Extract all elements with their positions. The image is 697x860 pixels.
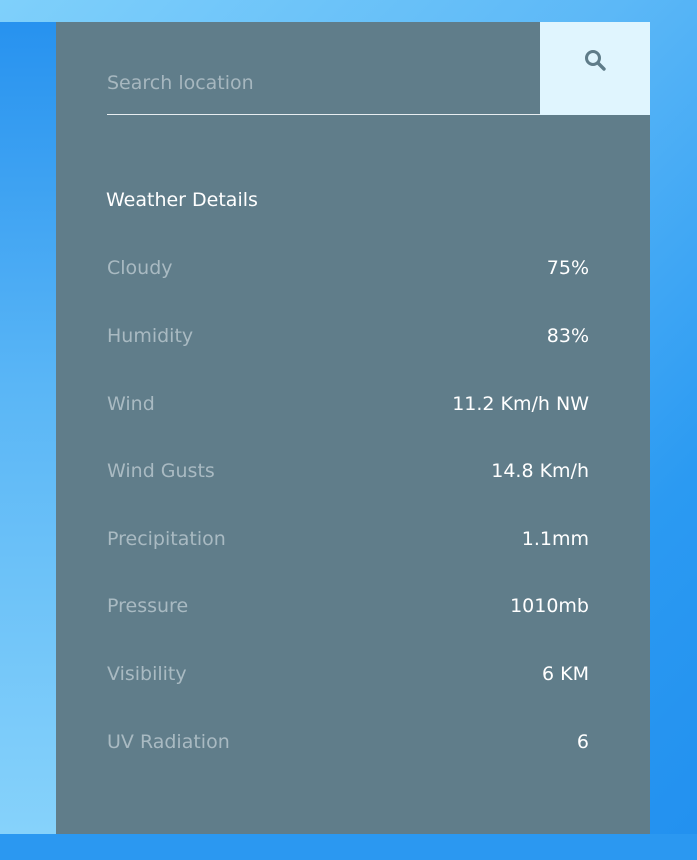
detail-value: 75%	[546, 257, 589, 279]
detail-label: Pressure	[107, 595, 189, 617]
background-bottom-strip	[0, 834, 697, 860]
weather-details-title: Weather Details	[106, 189, 258, 211]
detail-row-wind-gusts: Wind Gusts 14.8 Km/h	[107, 456, 589, 486]
detail-label: Wind Gusts	[107, 460, 215, 482]
detail-value: 1.1mm	[521, 528, 589, 550]
detail-label: Wind	[107, 393, 155, 415]
detail-value: 1010mb	[510, 595, 589, 617]
detail-label: Visibility	[107, 663, 187, 685]
detail-value: 6 KM	[542, 663, 589, 685]
background-left-strip	[0, 22, 56, 834]
detail-label: UV Radiation	[107, 731, 230, 753]
detail-row-visibility: Visibility 6 KM	[107, 659, 589, 689]
detail-label: Humidity	[107, 325, 194, 347]
detail-value: 14.8 Km/h	[491, 460, 589, 482]
detail-label: Precipitation	[107, 528, 226, 550]
detail-row-humidity: Humidity 83%	[107, 321, 589, 351]
search-button[interactable]	[540, 22, 650, 115]
detail-row-wind: Wind 11.2 Km/h NW	[107, 389, 589, 419]
detail-row-cloudy: Cloudy 75%	[107, 253, 589, 283]
detail-label: Cloudy	[107, 257, 173, 279]
detail-row-pressure: Pressure 1010mb	[107, 591, 589, 621]
detail-value: 83%	[546, 325, 589, 347]
detail-value: 6	[576, 731, 589, 753]
search-input[interactable]	[107, 52, 540, 115]
detail-row-precipitation: Precipitation 1.1mm	[107, 524, 589, 554]
search-icon	[585, 50, 606, 71]
detail-row-uv-radiation: UV Radiation 6	[107, 727, 589, 757]
detail-value: 11.2 Km/h NW	[452, 393, 589, 415]
weather-details-panel: Weather Details Cloudy 75% Humidity 83% …	[56, 22, 650, 834]
